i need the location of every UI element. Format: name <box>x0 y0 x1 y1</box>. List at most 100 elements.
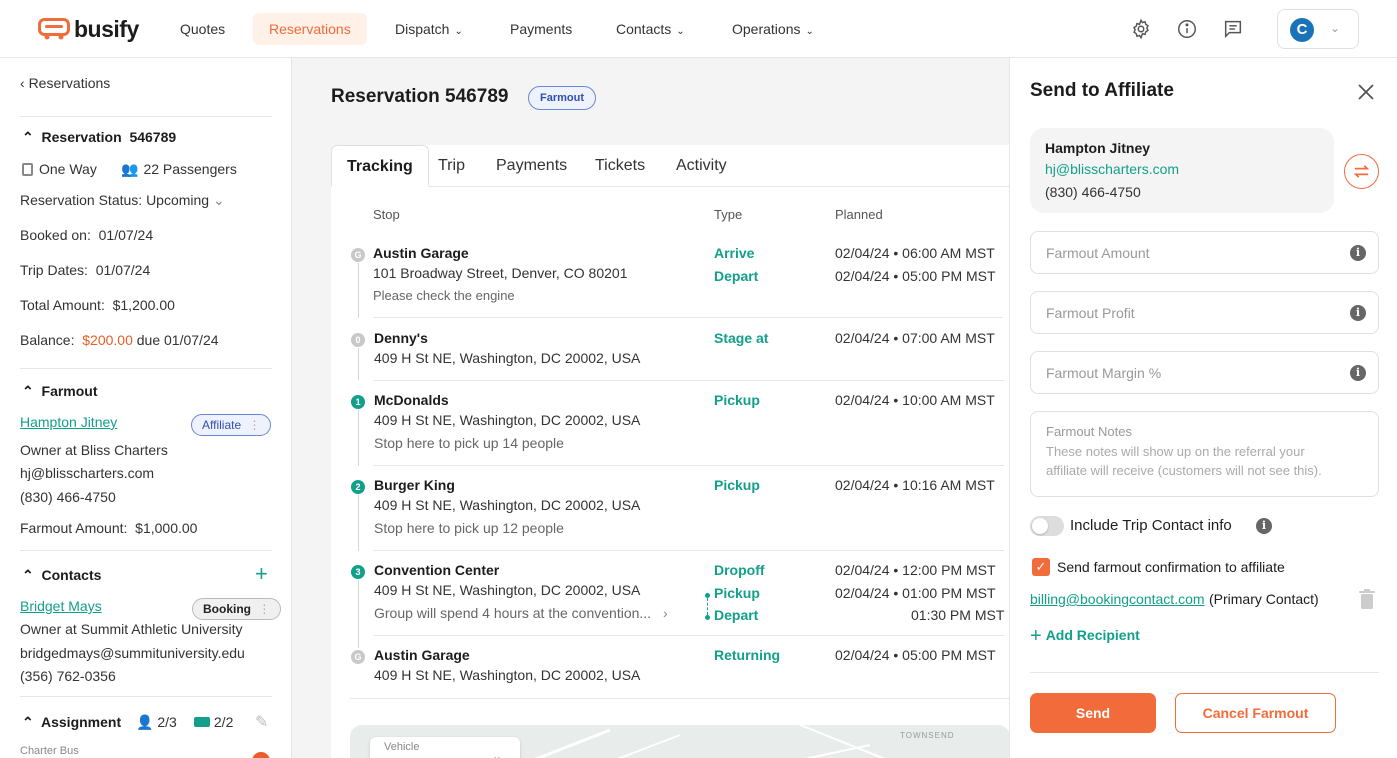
farmout-amount-placeholder: Farmout Amount <box>1046 245 1150 261</box>
gear-icon[interactable] <box>1130 18 1152 40</box>
stop-address: 409 H St NE, Washington, DC 20002, USA <box>374 350 641 366</box>
contact-name-link[interactable]: Bridget Mays <box>20 598 102 614</box>
info-icon[interactable]: i <box>1256 518 1272 534</box>
close-icon[interactable] <box>1356 82 1376 102</box>
avatar: C <box>1290 18 1314 42</box>
affiliate-email-link[interactable]: hj@blisscharters.com <box>1045 161 1179 177</box>
nav-reservations-label: Reservations <box>269 21 351 37</box>
total-amount: Total Amount: $1,200.00 <box>20 297 175 313</box>
stop-name: Burger King <box>374 477 455 493</box>
contact-company-link[interactable]: Summit Athletic University <box>81 621 243 637</box>
more-vertical-icon: ⋮ <box>258 602 271 616</box>
stop-type: Arrive <box>714 245 755 261</box>
trip-dates: Trip Dates: 01/07/24 <box>20 262 150 278</box>
booking-badge[interactable]: Booking ⋮ <box>192 598 282 620</box>
farmout-status-badge: Farmout <box>528 86 596 110</box>
stop-connector <box>358 348 359 380</box>
total-value: $1,200.00 <box>112 297 175 313</box>
back-to-reservations[interactable]: ‹ Reservations <box>20 75 110 91</box>
tab-activity[interactable]: Activity <box>661 145 742 187</box>
account-menu[interactable]: C ⌄ <box>1277 9 1359 49</box>
page-title: Reservation 546789 <box>331 86 509 107</box>
passenger-count: 👥 22 Passengers <box>121 161 237 178</box>
swap-affiliate-button[interactable] <box>1344 154 1379 189</box>
info-icon[interactable] <box>1176 18 1198 40</box>
vehicle-count-value: 2/2 <box>213 714 234 730</box>
nav-reservations[interactable]: Reservations <box>253 13 367 45</box>
recipient-role: (Primary Contact) <box>1209 591 1319 607</box>
nav-dispatch-label: Dispatch <box>395 21 450 37</box>
bus-icon <box>194 717 210 727</box>
info-icon[interactable]: i <box>1350 245 1366 261</box>
stop-type: Depart <box>714 268 759 284</box>
row-divider <box>350 698 1020 699</box>
reservation-section-header[interactable]: ⌃ Reservation 546789 <box>22 129 176 146</box>
affiliate-card: Hampton Jitney hj@blisscharters.com (830… <box>1030 128 1334 213</box>
assignment-section-header[interactable]: ⌃ Assignment <box>22 714 121 731</box>
stop-note: Stop here to pick up 12 people <box>374 520 564 536</box>
send-button[interactable]: Send <box>1030 693 1156 733</box>
total-label: Total Amount: <box>20 297 105 313</box>
farmout-amount-field[interactable]: Farmout Amount i <box>1030 231 1379 274</box>
farmout-notes-field[interactable]: Farmout Notes These notes will show up o… <box>1030 411 1379 497</box>
send-confirmation-checkbox[interactable]: ✓ <box>1032 558 1050 576</box>
add-recipient-button[interactable]: + Add Recipient <box>1030 625 1140 648</box>
farmout-amount-value: $1,000.00 <box>135 520 198 536</box>
nav-dispatch[interactable]: Dispatch ⌄ <box>379 13 479 45</box>
info-icon[interactable]: i <box>1350 305 1366 321</box>
stop-time: 02/04/24 • 10:16 AM MST <box>835 477 995 493</box>
busify-logo[interactable]: busify <box>38 15 139 43</box>
vehicle-select[interactable]: Vehicle ⌄ <box>370 737 520 758</box>
add-contact-icon[interactable]: + <box>255 563 268 585</box>
affiliate-name: Hampton Jitney <box>1045 140 1151 156</box>
farmout-affiliate-link[interactable]: Hampton Jitney <box>20 414 117 430</box>
nav-contacts[interactable]: Contacts ⌄ <box>600 13 701 45</box>
farmout-profit-field[interactable]: Farmout Profit i <box>1030 291 1379 334</box>
column-header-type: Type <box>714 207 743 222</box>
stop-note-expandable[interactable]: Group will spend 4 hours at the conventi… <box>374 605 668 621</box>
balance-label: Balance: <box>20 332 75 348</box>
stop-time: 01:30 PM MST <box>911 607 1005 623</box>
divider <box>20 116 272 117</box>
driver-icon: 👤 <box>136 714 154 730</box>
tab-trip[interactable]: Trip <box>423 145 480 187</box>
passengers-icon: 👥 <box>121 161 139 177</box>
contacts-heading: Contacts <box>41 567 102 583</box>
status-dropdown[interactable]: Upcoming ⌄ <box>146 192 225 208</box>
tab-bar: Tracking Trip Payments Tickets Activity <box>331 145 1021 187</box>
message-icon[interactable] <box>1222 18 1244 40</box>
stop-note: Stop here to pick up 14 people <box>374 435 564 451</box>
contacts-section-header[interactable]: ⌃ Contacts <box>22 567 101 584</box>
farmout-company-link[interactable]: Bliss Charters <box>81 442 168 458</box>
stop-marker-stage: 0 <box>351 333 365 347</box>
nav-quotes[interactable]: Quotes <box>164 13 241 45</box>
info-icon[interactable]: i <box>1350 365 1366 381</box>
nav-operations[interactable]: Operations ⌄ <box>716 13 830 45</box>
stop-type: Returning <box>714 647 781 663</box>
chevron-up-icon: ⌃ <box>22 383 34 399</box>
balance-value: $200.00 <box>82 332 133 348</box>
farmout-notes-help: affiliate will receive (customers will n… <box>1046 463 1322 478</box>
stop-time: 02/04/24 • 06:00 AM MST <box>835 245 995 261</box>
farmout-section-header[interactable]: ⌃ Farmout <box>22 383 98 400</box>
chevron-down-icon: ⌄ <box>676 26 685 37</box>
route-map[interactable]: TOWNSEND Vehicle ⌄ <box>350 725 1010 758</box>
tab-tickets[interactable]: Tickets <box>580 145 660 187</box>
include-trip-contact-toggle[interactable] <box>1030 516 1064 536</box>
chevron-up-icon: ⌃ <box>22 129 34 145</box>
recipient-email-link[interactable]: billing@bookingcontact.com <box>1030 591 1205 607</box>
stop-marker-garage: G <box>351 650 365 664</box>
tab-tracking[interactable]: Tracking <box>331 145 429 187</box>
trash-icon[interactable] <box>1358 589 1376 609</box>
status-label: Reservation Status: <box>20 192 143 208</box>
nav-payments[interactable]: Payments <box>494 13 588 45</box>
stop-name: McDonalds <box>374 392 449 408</box>
affiliate-badge[interactable]: Affiliate ⋮ <box>191 414 272 436</box>
booked-on-label: Booked on: <box>20 227 91 243</box>
tab-payments[interactable]: Payments <box>481 145 582 187</box>
farmout-email: hj@blisscharters.com <box>20 465 155 481</box>
cancel-farmout-button[interactable]: Cancel Farmout <box>1175 693 1336 733</box>
farmout-margin-field[interactable]: Farmout Margin % i <box>1030 351 1379 394</box>
edit-pencil-icon[interactable]: ✎ <box>255 712 268 732</box>
map-label: TOWNSEND <box>900 731 955 740</box>
